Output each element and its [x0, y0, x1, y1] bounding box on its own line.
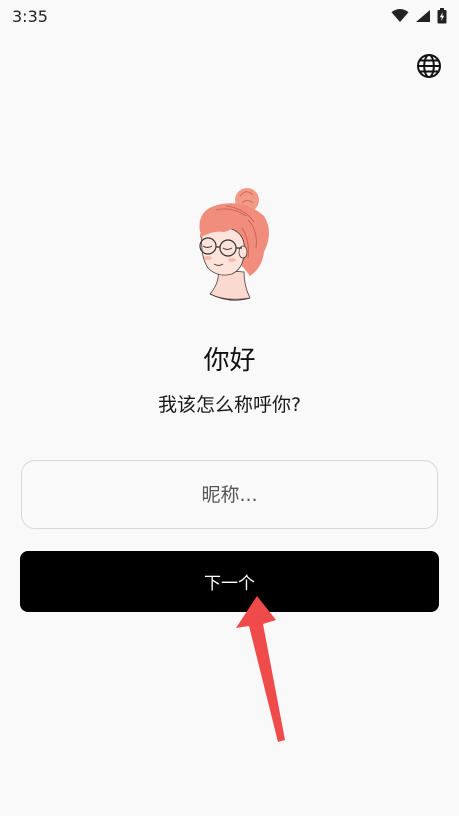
- status-bar: 3:35: [0, 0, 459, 32]
- wifi-icon: [391, 9, 409, 22]
- battery-charging-icon: [437, 8, 447, 24]
- status-time: 3:35: [12, 6, 48, 26]
- language-button[interactable]: [415, 52, 442, 79]
- globe-icon: [416, 53, 441, 78]
- screen: 3:35 你好 我该怎么称呼你? 昵称... 下一个: [0, 0, 459, 816]
- avatar-illustration: [199, 188, 269, 301]
- status-icons: [391, 8, 447, 24]
- nickname-input[interactable]: [21, 460, 438, 529]
- name-prompt: 我该怎么称呼你?: [157, 394, 302, 416]
- greeting-heading: 你好: [203, 346, 256, 376]
- cell-signal-icon: [416, 10, 430, 22]
- arrow-annotation: [236, 596, 285, 742]
- next-button[interactable]: 下一个: [20, 551, 439, 612]
